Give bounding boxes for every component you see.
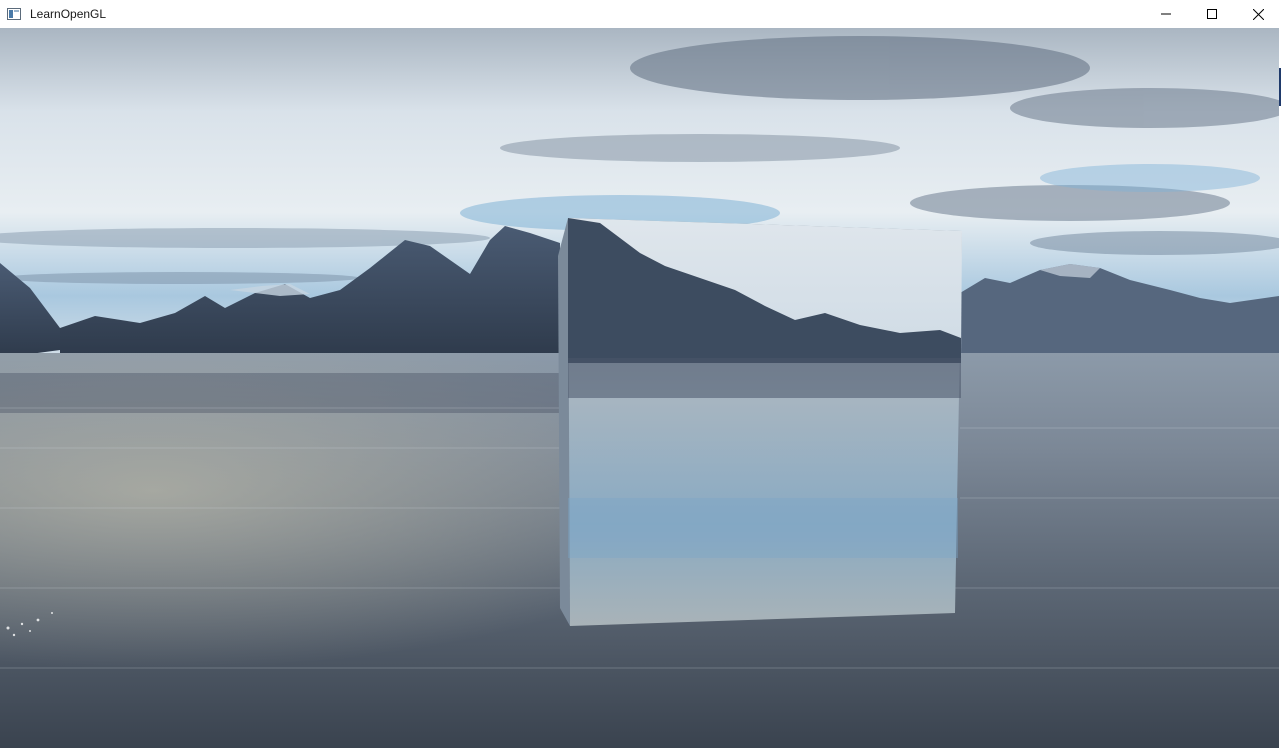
close-button[interactable]: [1235, 0, 1281, 28]
window-controls: [1143, 0, 1281, 28]
minimize-icon: [1161, 13, 1171, 15]
maximize-button[interactable]: [1189, 0, 1235, 28]
app-window: LearnOpenGL: [0, 0, 1281, 748]
window-title: LearnOpenGL: [30, 7, 107, 21]
app-window-icon: [6, 6, 22, 22]
skybox-scene: [0, 28, 1279, 748]
title-bar[interactable]: LearnOpenGL: [0, 0, 1281, 28]
reflective-cube: [558, 218, 962, 626]
minimize-button[interactable]: [1143, 0, 1189, 28]
opengl-viewport[interactable]: [0, 28, 1279, 748]
close-icon: [1252, 8, 1264, 20]
maximize-icon: [1207, 9, 1217, 19]
